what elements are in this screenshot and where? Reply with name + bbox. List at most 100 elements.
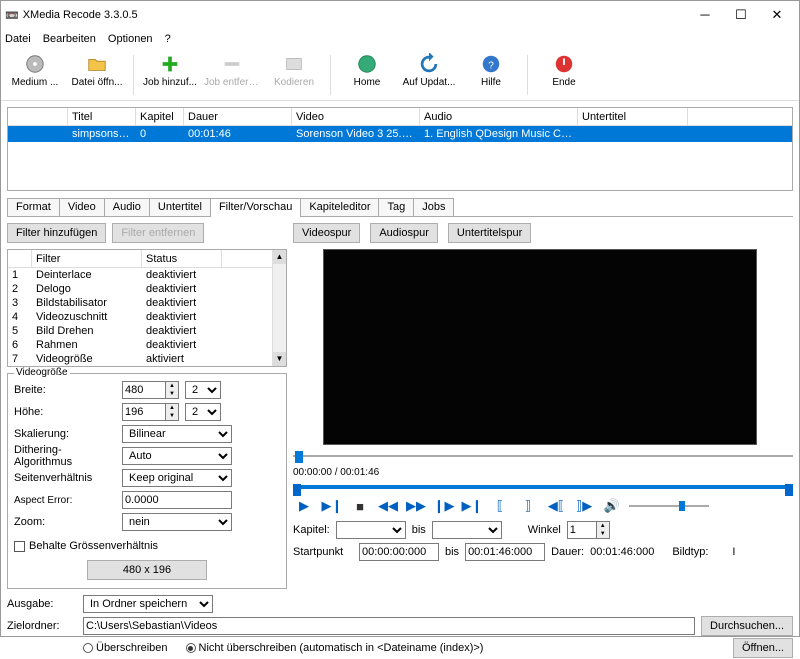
col-video[interactable]: Video — [292, 108, 420, 125]
menubar: Datei Bearbeiten Optionen ? — [1, 29, 799, 49]
width-input[interactable] — [122, 381, 166, 399]
filter-remove-button: Filter entfernen — [112, 223, 204, 243]
col-chapter[interactable]: Kapitel — [136, 108, 184, 125]
filter-row[interactable]: 6Rahmendeaktiviert — [8, 338, 272, 352]
forward-button[interactable]: ▶▶ — [405, 496, 427, 516]
maximize-button[interactable]: ☐ — [723, 3, 759, 27]
aspect-select[interactable]: Keep original — [122, 469, 232, 487]
menu-bearbeiten[interactable]: Bearbeiten — [43, 33, 96, 45]
toolbar-home[interactable]: Home — [337, 51, 397, 99]
endpoint-input[interactable] — [465, 543, 545, 561]
goto-out-button[interactable]: ⟧▶ — [573, 496, 595, 516]
videosize-panel: Videogröße Breite: ▲▼ 2 Höhe: ▲▼ 2 Skali… — [7, 373, 287, 589]
col-duration[interactable]: Dauer — [184, 108, 292, 125]
filter-row[interactable]: 3Bildstabilisatordeaktiviert — [8, 296, 272, 310]
toolbar-help[interactable]: ?Hilfe — [461, 51, 521, 99]
aspect-error-input[interactable] — [122, 491, 232, 509]
tab-bar: Format Video Audio Untertitel Filter/Vor… — [7, 197, 793, 217]
file-list-header: Titel Kapitel Dauer Video Audio Untertit… — [8, 108, 792, 126]
tab-video[interactable]: Video — [59, 198, 105, 216]
mark-in-button[interactable]: ⟦ — [489, 496, 511, 516]
titlebar: 📼 XMedia Recode 3.3.0.5 ─ ☐ ✕ — [1, 1, 799, 29]
imgtype-value: I — [732, 546, 735, 558]
tab-tag[interactable]: Tag — [378, 198, 414, 216]
tab-chapter[interactable]: Kapiteleditor — [300, 198, 379, 216]
tab-filter[interactable]: Filter/Vorschau — [210, 198, 301, 217]
output-panel: Ausgabe: In Ordner speichern Zielordner:… — [7, 593, 793, 659]
height-stepper[interactable]: ▲▼ — [166, 403, 179, 421]
pause-button[interactable]: ▶❙ — [321, 496, 343, 516]
filter-table[interactable]: Filter Status 1Deinterlacedeaktiviert2De… — [7, 249, 287, 367]
rewind-button[interactable]: ◀◀ — [377, 496, 399, 516]
col-status[interactable]: Status — [142, 250, 222, 267]
width-step-select[interactable]: 2 — [185, 381, 221, 399]
step-fwd-button[interactable]: ▶❙ — [461, 496, 483, 516]
minimize-button[interactable]: ─ — [687, 3, 723, 27]
mark-out-button[interactable]: ⟧ — [517, 496, 539, 516]
menu-optionen[interactable]: Optionen — [108, 33, 153, 45]
filter-add-button[interactable]: Filter hinzufügen — [7, 223, 106, 243]
file-list[interactable]: Titel Kapitel Dauer Video Audio Untertit… — [7, 107, 793, 191]
chapter-to-select[interactable] — [432, 521, 502, 539]
col-audio[interactable]: Audio — [420, 108, 578, 125]
filter-row[interactable]: 4Videozuschnittdeaktiviert — [8, 310, 272, 324]
browse-button[interactable]: Durchsuchen... — [701, 616, 793, 636]
toolbar-end[interactable]: Ende — [534, 51, 594, 99]
toolbar-encode: Kodieren — [264, 51, 324, 99]
filter-row[interactable]: 1Deinterlacedeaktiviert — [8, 268, 272, 282]
overwrite-radio[interactable]: Überschreiben — [83, 642, 168, 654]
filter-row[interactable]: 7Videogrößeaktiviert — [8, 352, 272, 366]
close-button[interactable]: ✕ — [759, 3, 795, 27]
height-step-select[interactable]: 2 — [185, 403, 221, 421]
toolbar-job-remove: Job entfern... — [202, 51, 262, 99]
volume-slider[interactable] — [629, 500, 709, 512]
col-filter[interactable]: Filter — [32, 250, 142, 267]
height-input[interactable] — [122, 403, 166, 421]
filter-scrollbar[interactable]: ▲▼ — [272, 250, 286, 366]
open-folder-button[interactable]: Öffnen... — [733, 638, 793, 658]
step-back-button[interactable]: ❙▶ — [433, 496, 455, 516]
dithering-select[interactable]: Auto — [122, 447, 232, 465]
filter-row[interactable]: 2Delogodeaktiviert — [8, 282, 272, 296]
col-title[interactable]: Titel — [68, 108, 136, 125]
startpoint-input[interactable] — [359, 543, 439, 561]
angle-stepper[interactable]: ▲▼ — [597, 521, 610, 539]
tab-jobs[interactable]: Jobs — [413, 198, 454, 216]
tab-subtitle[interactable]: Untertitel — [149, 198, 211, 216]
tab-format[interactable]: Format — [7, 198, 60, 216]
chapter-from-select[interactable] — [336, 521, 406, 539]
size-preset-button[interactable]: 480 x 196 — [87, 560, 207, 580]
toolbar-medium[interactable]: Medium ... — [5, 51, 65, 99]
volume-icon[interactable]: 🔊 — [601, 496, 623, 516]
subtitletrack-button[interactable]: Untertitelspur — [448, 223, 531, 243]
toolbar-job-add[interactable]: Job hinzuf... — [140, 51, 200, 99]
no-overwrite-radio[interactable]: Nicht überschreiben (automatisch in <Dat… — [186, 642, 484, 654]
output-mode-select[interactable]: In Ordner speichern — [83, 595, 213, 613]
filter-row[interactable]: 5Bild Drehendeaktiviert — [8, 324, 272, 338]
goto-in-button[interactable]: ◀⟦ — [545, 496, 567, 516]
toolbar: Medium ... Datei öffn... Job hinzuf... J… — [1, 49, 799, 101]
zoom-select[interactable]: nein — [122, 513, 232, 531]
col-subtitle[interactable]: Untertitel — [578, 108, 688, 125]
target-folder-input[interactable] — [83, 617, 695, 635]
toolbar-update[interactable]: Auf Updat... — [399, 51, 459, 99]
angle-input[interactable] — [567, 521, 597, 539]
width-stepper[interactable]: ▲▼ — [166, 381, 179, 399]
audiotrack-button[interactable]: Audiospur — [370, 223, 438, 243]
menu-datei[interactable]: Datei — [5, 33, 31, 45]
svg-text:?: ? — [488, 60, 494, 71]
seek-slider[interactable] — [293, 449, 793, 463]
videotrack-button[interactable]: Videospur — [293, 223, 360, 243]
tab-audio[interactable]: Audio — [104, 198, 150, 216]
app-icon: 📼 — [5, 9, 19, 22]
trim-slider[interactable] — [293, 482, 793, 492]
play-button[interactable]: ▶ — [293, 496, 315, 516]
toolbar-open[interactable]: Datei öffn... — [67, 51, 127, 99]
keep-ratio-checkbox[interactable]: Behalte Grössenverhältnis — [14, 536, 158, 556]
menu-hilfe[interactable]: ? — [165, 33, 171, 45]
stop-button[interactable]: ■ — [349, 496, 371, 516]
scaling-select[interactable]: Bilinear — [122, 425, 232, 443]
duration-value: 00:01:46:000 — [590, 546, 654, 558]
file-row[interactable]: simpsons_t... 0 00:01:46 Sorenson Video … — [8, 126, 792, 142]
video-preview — [323, 249, 757, 445]
